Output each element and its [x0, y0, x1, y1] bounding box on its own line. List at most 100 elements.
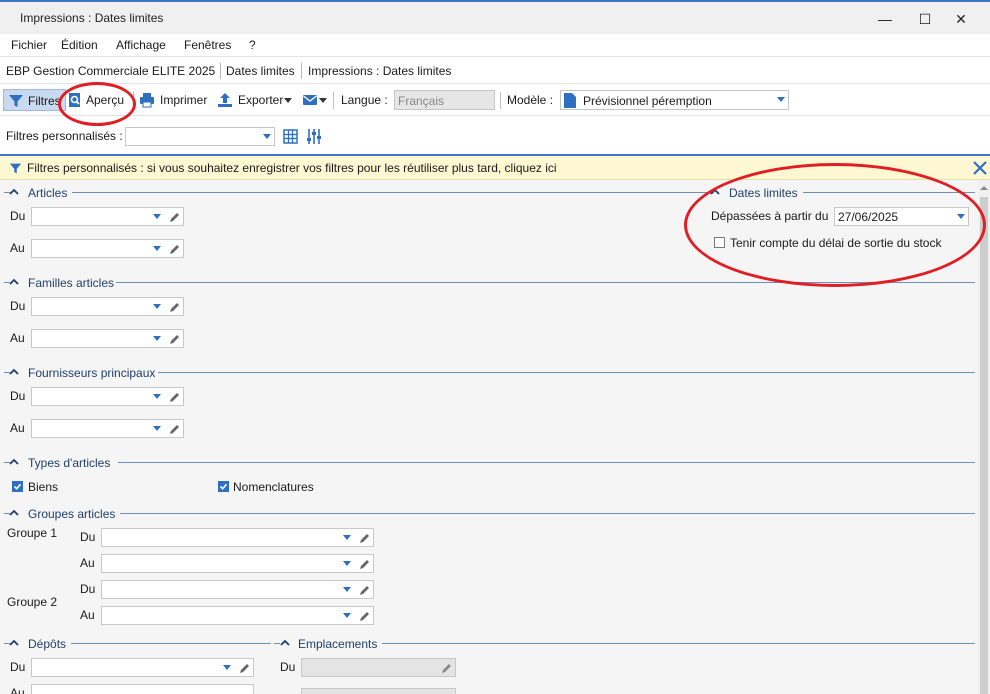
- chevron-down-icon: [343, 561, 351, 566]
- window-titlebar: Impressions : Dates limites — ☐ ✕: [0, 0, 990, 34]
- menu-fenetres[interactable]: Fenêtres: [184, 38, 231, 52]
- chevron-up-icon[interactable]: [9, 277, 19, 287]
- pencil-icon[interactable]: [169, 243, 181, 255]
- groupe1-du-combo[interactable]: [101, 528, 374, 547]
- breadcrumb-dates-limites[interactable]: Dates limites: [226, 64, 295, 78]
- menu-help[interactable]: ?: [249, 38, 256, 52]
- pencil-icon[interactable]: [169, 423, 181, 435]
- nomenclatures-checkbox[interactable]: [218, 481, 229, 492]
- pencil-icon[interactable]: [239, 662, 251, 674]
- mail-icon: [303, 95, 317, 105]
- menu-bar: Fichier Édition Affichage Fenêtres ?: [0, 34, 990, 56]
- sliders-icon[interactable]: [306, 128, 322, 145]
- section-title-types: Types d'articles: [25, 456, 114, 470]
- checkmark-icon: [13, 483, 22, 490]
- fournisseurs-du-label: Du: [10, 389, 26, 403]
- pencil-icon[interactable]: [169, 301, 181, 313]
- familles-au-combo[interactable]: [31, 329, 184, 348]
- pencil-icon[interactable]: [359, 532, 371, 544]
- depots-au-combo[interactable]: [31, 684, 254, 694]
- pencil-icon[interactable]: [169, 391, 181, 403]
- breadcrumb-impressions[interactable]: Impressions : Dates limites: [308, 64, 451, 78]
- menu-affichage[interactable]: Affichage: [116, 38, 166, 52]
- pencil-icon[interactable]: [441, 662, 453, 674]
- section-divider: [382, 643, 975, 644]
- section-divider: [120, 513, 975, 514]
- grid-icon[interactable]: [283, 129, 298, 144]
- emplacements-du-label: Du: [280, 660, 296, 674]
- familles-du-combo[interactable]: [31, 297, 184, 316]
- chevron-down-icon: [319, 98, 327, 103]
- chevron-up-icon[interactable]: [9, 508, 19, 518]
- pencil-icon[interactable]: [359, 584, 371, 596]
- annotation-circle: [58, 82, 136, 126]
- filter-icon: [9, 163, 22, 174]
- chevron-down-icon: [153, 304, 161, 309]
- info-bar-text: Filtres personnalisés : si vous souhaite…: [27, 161, 557, 175]
- depots-du-combo[interactable]: [31, 658, 254, 677]
- chevron-up-icon[interactable]: [9, 187, 19, 197]
- langue-select[interactable]: Français: [394, 90, 495, 110]
- window-title: Impressions : Dates limites: [20, 11, 164, 25]
- custom-filters-label: Filtres personnalisés :: [6, 129, 123, 143]
- chevron-up-icon[interactable]: [9, 638, 19, 648]
- chevron-down-icon: [153, 214, 161, 219]
- section-title-depots: Dépôts: [25, 637, 70, 651]
- toolbar-separator: [500, 92, 501, 109]
- export-icon: [218, 93, 232, 107]
- chevron-down-icon: [263, 134, 271, 139]
- pencil-icon[interactable]: [359, 558, 371, 570]
- chevron-down-icon: [153, 394, 161, 399]
- breadcrumb-separator: [220, 63, 221, 79]
- pencil-icon[interactable]: [169, 211, 181, 223]
- minimize-button[interactable]: —: [870, 8, 900, 30]
- pencil-icon[interactable]: [169, 333, 181, 345]
- groupe1-au-label: Au: [80, 556, 95, 570]
- emplacements-au-combo[interactable]: [301, 688, 456, 694]
- scroll-up-icon[interactable]: [980, 184, 988, 192]
- pencil-icon[interactable]: [359, 610, 371, 622]
- section-divider: [118, 462, 975, 463]
- close-window-button[interactable]: ✕: [946, 8, 976, 30]
- chevron-up-icon[interactable]: [9, 367, 19, 377]
- section-title-groupes: Groupes articles: [25, 507, 119, 521]
- groupe1-au-combo[interactable]: [101, 554, 374, 573]
- custom-filters-select[interactable]: [125, 127, 275, 146]
- custom-filters-row: Filtres personnalisés :: [0, 116, 990, 154]
- articles-au-label: Au: [10, 241, 25, 255]
- modele-select[interactable]: Prévisionnel péremption: [560, 90, 789, 110]
- familles-du-label: Du: [10, 299, 26, 313]
- fournisseurs-au-label: Au: [10, 421, 25, 435]
- groupe1-label: Groupe 1: [7, 526, 58, 540]
- chevron-down-icon: [343, 535, 351, 540]
- chevron-up-icon[interactable]: [9, 457, 19, 467]
- biens-checkbox[interactable]: [12, 481, 23, 492]
- breadcrumb-app[interactable]: EBP Gestion Commerciale ELITE 2025: [6, 64, 215, 78]
- chevron-down-icon: [284, 98, 293, 103]
- groupe2-au-combo[interactable]: [101, 606, 374, 625]
- chevron-up-icon[interactable]: [280, 638, 290, 648]
- menu-edition[interactable]: Édition: [61, 38, 98, 52]
- fournisseurs-du-combo[interactable]: [31, 387, 184, 406]
- groupe2-du-combo[interactable]: [101, 580, 374, 599]
- biens-label: Biens: [28, 480, 59, 494]
- chevron-down-icon: [153, 246, 161, 251]
- nomenclatures-label: Nomenclatures: [233, 480, 314, 494]
- articles-au-combo[interactable]: [31, 239, 184, 258]
- section-title-articles: Articles: [25, 186, 71, 200]
- filtres-button[interactable]: Filtres: [3, 89, 66, 111]
- emplacements-du-combo[interactable]: [301, 658, 456, 677]
- email-button[interactable]: [302, 89, 328, 111]
- scrollbar-thumb[interactable]: [980, 197, 988, 694]
- articles-du-combo[interactable]: [31, 207, 184, 226]
- maximize-button[interactable]: ☐: [910, 8, 940, 30]
- imprimer-button[interactable]: Imprimer: [139, 89, 207, 111]
- groupe2-label: Groupe 2: [7, 595, 58, 609]
- chevron-down-icon: [343, 587, 351, 592]
- document-icon: [564, 93, 576, 108]
- fournisseurs-au-combo[interactable]: [31, 419, 184, 438]
- exporter-button[interactable]: Exporter: [217, 89, 293, 111]
- close-icon[interactable]: [972, 160, 988, 176]
- menu-fichier[interactable]: Fichier: [11, 38, 47, 52]
- articles-du-label: Du: [10, 209, 26, 223]
